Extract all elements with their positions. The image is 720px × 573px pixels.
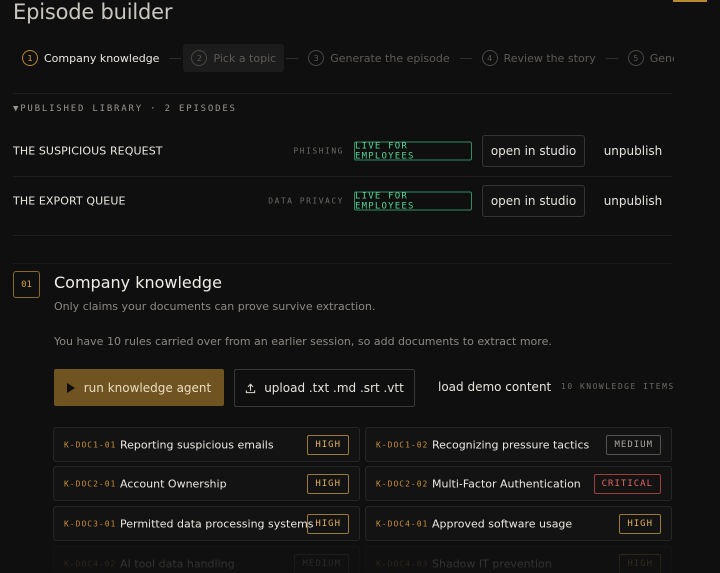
step-label: Review the story xyxy=(503,51,596,65)
upload-label: upload .txt .md .srt .vtt xyxy=(264,381,404,395)
divider xyxy=(13,93,672,94)
upload-documents-button[interactable]: upload .txt .md .srt .vtt xyxy=(234,369,415,407)
severity-badge: HIGH xyxy=(619,513,661,534)
divider xyxy=(13,263,672,264)
step-separator xyxy=(286,57,299,59)
knowledge-card[interactable]: K-DOC3-01 Permitted data processing syst… xyxy=(53,506,360,541)
step-label: Company knowledge xyxy=(44,51,160,65)
library-row: THE EXPORT QUEUE DATA PRIVACY LIVE FOR E… xyxy=(13,181,672,221)
knowledge-item-count: 10 KNOWLEDGE ITEMS xyxy=(561,382,675,391)
knowledge-id: K-DOC2-02 xyxy=(376,479,429,488)
knowledge-id: K-DOC3-01 xyxy=(64,519,117,528)
play-icon xyxy=(66,382,75,393)
step-label: Generate images xyxy=(649,51,674,65)
knowledge-card[interactable]: K-DOC1-02 Recognizing pressure tactics M… xyxy=(365,427,672,462)
knowledge-label: Permitted data processing systems xyxy=(120,517,314,530)
live-status-badge: LIVE FOR EMPLOYEES xyxy=(354,141,472,161)
episode-title: THE EXPORT QUEUE xyxy=(13,194,126,208)
step-separator xyxy=(605,57,618,59)
knowledge-id: K-DOC4-03 xyxy=(376,559,429,568)
step-review-story[interactable]: 4 Review the story xyxy=(474,44,604,72)
knowledge-id: K-DOC1-01 xyxy=(64,440,117,449)
open-in-studio-button[interactable]: open in studio xyxy=(482,185,585,217)
step-number: 4 xyxy=(481,50,498,66)
section-number: 01 xyxy=(13,271,40,298)
episode-title: THE SUSPICIOUS REQUEST xyxy=(13,144,163,158)
severity-badge: HIGH xyxy=(619,553,661,573)
section-title: Company knowledge xyxy=(54,273,222,292)
unpublish-button[interactable]: unpublish xyxy=(599,194,667,208)
knowledge-card[interactable]: K-DOC1-01 Reporting suspicious emails HI… xyxy=(53,427,360,462)
knowledge-label: AI tool data handling xyxy=(120,557,235,570)
severity-badge: HIGH xyxy=(307,434,349,455)
step-label: Generate the episode xyxy=(330,51,450,65)
step-number: 5 xyxy=(627,50,644,66)
upload-icon xyxy=(246,383,256,393)
knowledge-label: Shadow IT prevention xyxy=(432,557,552,570)
knowledge-card[interactable]: K-DOC4-01 Approved software usage HIGH xyxy=(365,506,672,541)
library-row: THE SUSPICIOUS REQUEST PHISHING LIVE FOR… xyxy=(13,131,672,171)
stepper: 1 Company knowledge 2 Pick a topic 3 Gen… xyxy=(14,44,674,72)
corner-accent xyxy=(673,0,707,2)
step-generate-images[interactable]: 5 Generate images xyxy=(620,44,674,72)
step-number: 1 xyxy=(22,50,38,66)
section-subtitle: Only claims your documents can prove sur… xyxy=(54,300,376,313)
knowledge-card[interactable]: K-DOC4-03 Shadow IT prevention HIGH xyxy=(365,546,672,573)
step-pick-a-topic[interactable]: 2 Pick a topic xyxy=(183,44,285,72)
library-header-toggle[interactable]: ▼PUBLISHED LIBRARY · 2 EPISODES xyxy=(13,104,237,114)
step-generate-episode[interactable]: 3 Generate the episode xyxy=(300,44,457,72)
carryover-note: You have 10 rules carried over from an e… xyxy=(54,335,552,348)
knowledge-id: K-DOC4-01 xyxy=(376,519,429,528)
severity-badge: MEDIUM xyxy=(294,553,349,573)
step-separator xyxy=(459,57,472,59)
step-label: Pick a topic xyxy=(213,51,277,65)
step-separator xyxy=(169,57,182,59)
open-in-studio-button[interactable]: open in studio xyxy=(482,135,585,167)
severity-badge: HIGH xyxy=(307,513,349,534)
step-number: 2 xyxy=(191,50,208,66)
severity-badge: MEDIUM xyxy=(606,434,661,455)
knowledge-label: Account Ownership xyxy=(120,477,227,490)
run-knowledge-agent-button[interactable]: run knowledge agent xyxy=(54,369,224,406)
knowledge-card[interactable]: K-DOC2-01 Account Ownership HIGH xyxy=(53,466,360,501)
knowledge-card[interactable]: K-DOC2-02 Multi-Factor Authentication CR… xyxy=(365,466,672,501)
severity-badge: CRITICAL xyxy=(593,473,661,494)
live-status-badge: LIVE FOR EMPLOYEES xyxy=(354,191,472,211)
load-demo-content-link[interactable]: load demo content xyxy=(438,380,551,394)
knowledge-card[interactable]: K-DOC4-02 AI tool data handling MEDIUM xyxy=(53,546,360,573)
knowledge-id: K-DOC1-02 xyxy=(376,440,429,449)
page-title: Episode builder xyxy=(13,0,173,24)
divider xyxy=(13,176,672,177)
severity-badge: HIGH xyxy=(307,473,349,494)
knowledge-id: K-DOC4-02 xyxy=(64,559,117,568)
divider xyxy=(13,235,672,236)
step-company-knowledge[interactable]: 1 Company knowledge xyxy=(14,44,167,72)
knowledge-label: Multi-Factor Authentication xyxy=(432,477,581,490)
unpublish-button[interactable]: unpublish xyxy=(599,144,667,158)
knowledge-label: Recognizing pressure tactics xyxy=(432,438,590,451)
run-label: run knowledge agent xyxy=(83,380,212,395)
episode-category: DATA PRIVACY xyxy=(268,196,344,206)
episode-category: PHISHING xyxy=(293,146,344,156)
knowledge-label: Reporting suspicious emails xyxy=(120,438,274,451)
knowledge-label: Approved software usage xyxy=(432,517,573,530)
step-number: 3 xyxy=(308,50,325,66)
knowledge-id: K-DOC2-01 xyxy=(64,479,117,488)
